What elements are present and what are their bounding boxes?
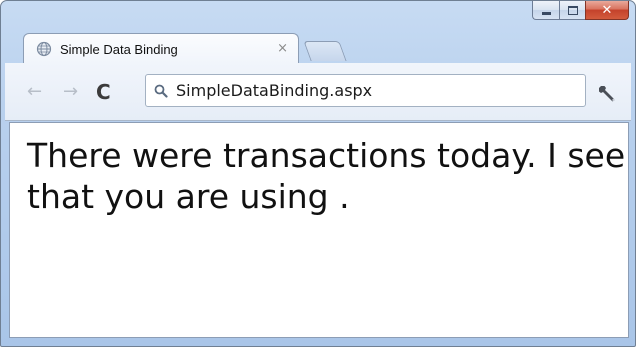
page-viewport: There were transactions today. I see tha… bbox=[9, 122, 629, 338]
close-icon: ✕ bbox=[601, 2, 613, 18]
tab-content: Simple Data Binding bbox=[36, 40, 178, 58]
browser-toolbar: ← → C SimpleDataBinding.aspx bbox=[5, 63, 631, 121]
tab-title: Simple Data Binding bbox=[60, 41, 178, 57]
wrench-icon[interactable] bbox=[598, 83, 618, 103]
search-icon bbox=[154, 84, 168, 98]
maximize-icon bbox=[567, 5, 578, 15]
page-body-text: There were transactions today. I see tha… bbox=[27, 136, 626, 216]
reload-button[interactable]: C bbox=[96, 82, 111, 102]
close-window-button[interactable]: ✕ bbox=[585, 1, 629, 20]
new-tab-button[interactable] bbox=[303, 41, 347, 61]
tab-close-icon[interactable]: × bbox=[277, 40, 288, 58]
maximize-button[interactable] bbox=[559, 1, 585, 20]
browser-tab[interactable]: Simple Data Binding × bbox=[23, 33, 299, 63]
window-caption-buttons: ✕ bbox=[532, 1, 629, 21]
back-button[interactable]: ← bbox=[27, 82, 42, 102]
address-bar[interactable]: SimpleDataBinding.aspx bbox=[145, 74, 586, 107]
minimize-button[interactable] bbox=[532, 1, 559, 20]
minimize-icon bbox=[541, 11, 551, 15]
browser-window: ✕ Simple Data Binding × ← → C SimpleData… bbox=[0, 0, 636, 347]
forward-button[interactable]: → bbox=[63, 82, 78, 102]
url-text: SimpleDataBinding.aspx bbox=[176, 81, 373, 100]
globe-icon bbox=[36, 41, 52, 57]
